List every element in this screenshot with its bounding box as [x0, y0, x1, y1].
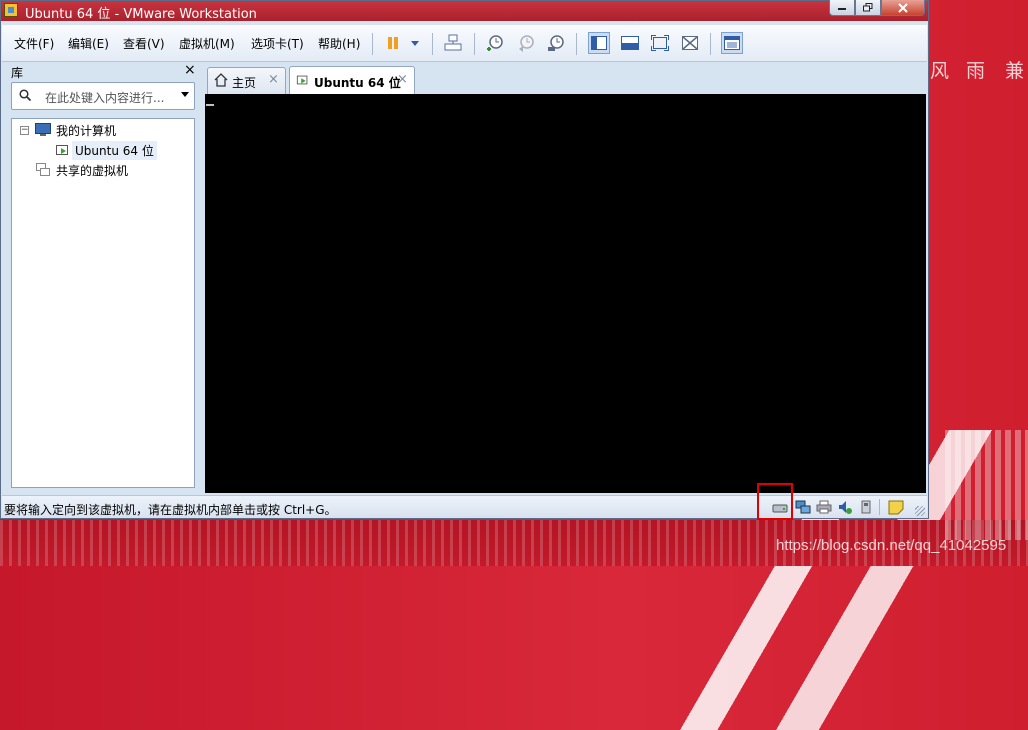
search-dropdown-icon[interactable] — [181, 92, 189, 97]
snapshot-manager-button[interactable] — [545, 32, 567, 54]
watermark: https://blog.csdn.net/qq_41042595 — [776, 537, 1007, 554]
menu-toolbar: 文件(F) 编辑(E) 查看(V) 虚拟机(M) 选项卡(T) 帮助(H) — [2, 25, 927, 62]
snapshot-manager-icon — [548, 35, 564, 51]
vmware-app-icon — [4, 3, 18, 17]
close-button[interactable] — [881, 0, 925, 16]
minimize-button[interactable] — [829, 0, 855, 16]
library-title: 库 — [11, 66, 24, 80]
toolbar-separator — [710, 33, 711, 55]
unity-icon — [682, 36, 698, 50]
shared-vm-icon — [36, 163, 50, 176]
snapshot-take-icon — [487, 35, 503, 51]
status-message: 要将输入定向到该虚拟机，请在虚拟机内部单击或按 Ctrl+G。 — [4, 503, 337, 517]
menu-view[interactable]: 查看(V) — [123, 35, 165, 52]
title-bar[interactable]: Ubuntu 64 位 - VMware Workstation — [1, 0, 928, 22]
desktop-char-2: 雨 — [966, 60, 986, 82]
snapshot-revert-icon — [519, 35, 534, 52]
toolbar-separator — [576, 33, 577, 55]
menu-tabs[interactable]: 选项卡(T) — [251, 35, 304, 52]
desktop-city-graphic — [945, 430, 1028, 540]
menu-vm[interactable]: 虚拟机(M) — [179, 35, 235, 52]
show-library-icon — [591, 36, 607, 50]
full-screen-button[interactable] — [649, 32, 671, 54]
thumbnail-icon — [724, 36, 740, 50]
console-view-icon — [621, 36, 639, 50]
status-separator — [879, 499, 880, 515]
tree-item-ubuntu-vm[interactable]: Ubuntu 64 位 — [72, 141, 157, 160]
vm-icon — [296, 75, 308, 85]
tab-ubuntu[interactable]: Ubuntu 64 位 × — [289, 66, 415, 95]
thumbnail-bar-button[interactable] — [721, 32, 743, 54]
toolbar-separator — [372, 33, 373, 55]
library-close-button[interactable]: × — [184, 62, 196, 78]
restore-icon — [863, 3, 873, 12]
home-icon — [214, 73, 228, 87]
printer-icon[interactable] — [816, 499, 832, 515]
tree-collapse-toggle[interactable]: − — [20, 126, 29, 135]
console-cursor — [206, 104, 214, 106]
search-icon — [19, 89, 31, 101]
revert-snapshot-button[interactable] — [515, 32, 537, 54]
tree-item-shared-vms[interactable]: 共享的虚拟机 — [56, 162, 128, 179]
close-icon — [898, 2, 908, 13]
annotation-highlight-box — [757, 483, 793, 520]
search-placeholder: 在此处键入内容进行... — [45, 91, 165, 105]
unity-button[interactable] — [679, 32, 701, 54]
message-log-icon[interactable] — [888, 499, 904, 515]
tab-home[interactable]: 主页 × — [207, 67, 286, 94]
pause-icon — [388, 37, 398, 49]
toolbar-separator — [432, 33, 433, 55]
library-tree: − 我的计算机 Ubuntu 64 位 共享的虚拟机 — [11, 118, 195, 488]
menu-file[interactable]: 文件(F) — [14, 35, 54, 52]
send-ctrl-alt-del-button[interactable] — [442, 32, 464, 54]
tab-ubuntu-label: Ubuntu 64 位 — [314, 76, 401, 90]
tree-item-my-computer[interactable]: 我的计算机 — [56, 122, 116, 139]
desktop-char-1: 风 — [930, 60, 950, 82]
menu-help[interactable]: 帮助(H) — [318, 35, 360, 52]
library-search-input[interactable]: 在此处键入内容进行... — [11, 82, 195, 110]
network-adapter-icon[interactable] — [795, 499, 811, 515]
window-title: Ubuntu 64 位 - VMware Workstation — [25, 7, 257, 22]
send-keys-icon — [444, 34, 462, 51]
vm-icon — [56, 145, 68, 155]
vm-console-screen[interactable] — [205, 94, 926, 493]
tab-home-close-button[interactable]: × — [268, 72, 279, 87]
dropdown-icon — [411, 41, 419, 46]
power-dropdown-button[interactable] — [404, 32, 426, 54]
pause-button[interactable] — [382, 32, 404, 54]
minimize-icon — [838, 7, 846, 10]
sound-card-icon[interactable] — [837, 499, 853, 515]
maximize-button[interactable] — [855, 0, 881, 16]
usb-device-icon[interactable] — [858, 499, 874, 515]
menu-edit[interactable]: 编辑(E) — [68, 35, 109, 52]
show-library-button[interactable] — [588, 32, 610, 54]
toolbar-separator — [474, 33, 475, 55]
tab-ubuntu-close-button[interactable]: × — [397, 72, 408, 87]
full-screen-icon — [651, 35, 669, 51]
desktop-char-3: 兼 — [1005, 60, 1025, 82]
computer-icon — [35, 123, 51, 136]
tab-home-label: 主页 — [232, 76, 257, 90]
take-snapshot-button[interactable] — [484, 32, 506, 54]
console-view-button[interactable] — [619, 32, 641, 54]
resize-grip[interactable] — [915, 506, 925, 516]
vmware-window: Ubuntu 64 位 - VMware Workstation 文件(F) 编… — [0, 0, 929, 519]
